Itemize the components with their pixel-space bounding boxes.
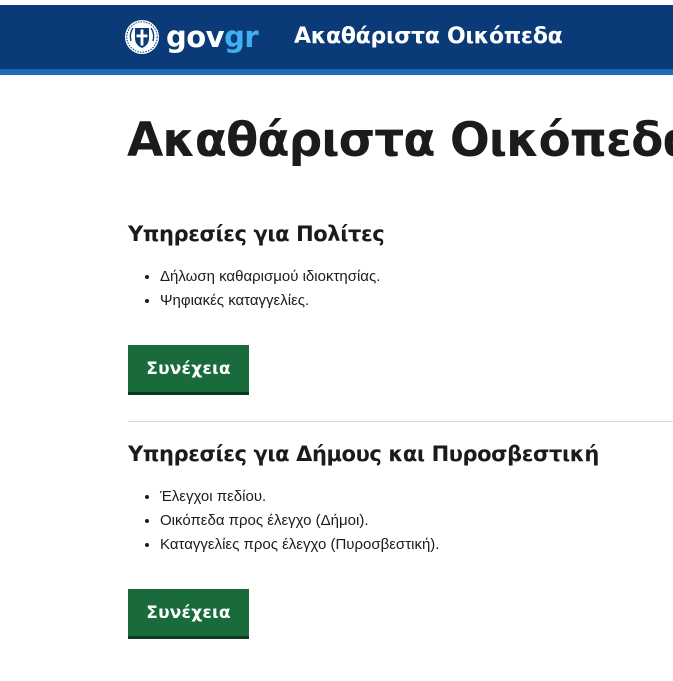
page-title: Ακαθάριστα Οικόπεδα bbox=[127, 113, 673, 168]
section-title-municipalities: Υπηρεσίες για Δήμους και Πυροσβεστική bbox=[128, 442, 599, 466]
section-title-citizens: Υπηρεσίες για Πολίτες bbox=[128, 222, 385, 246]
list-item: Έλεγχοι πεδίου. bbox=[160, 485, 439, 509]
list-item: Οικόπεδα προς έλεγχο (Δήμοι). bbox=[160, 509, 439, 533]
header-service-title[interactable]: Ακαθάριστα Οικόπεδα bbox=[294, 23, 563, 51]
citizens-service-list: Δήλωση καθαρισμού ιδιοκτησίας. Ψηφιακές … bbox=[128, 265, 380, 313]
logo-gov-text: gov bbox=[166, 20, 225, 54]
list-item: Δήλωση καθαρισμού ιδιοκτησίας. bbox=[160, 265, 380, 289]
citizens-continue-button[interactable]: Συνέχεια bbox=[128, 345, 249, 395]
municipalities-continue-button[interactable]: Συνέχεια bbox=[128, 589, 249, 639]
govgr-wordmark: govgr bbox=[166, 18, 259, 56]
greek-emblem-icon bbox=[125, 20, 159, 54]
govgr-logo[interactable]: govgr bbox=[124, 18, 259, 56]
list-item: Καταγγελίες προς έλεγχο (Πυροσβεστική). bbox=[160, 533, 439, 557]
site-header: govgr Ακαθάριστα Οικόπεδα bbox=[0, 5, 673, 75]
section-divider bbox=[128, 421, 673, 422]
municipalities-service-list: Έλεγχοι πεδίου. Οικόπεδα προς έλεγχο (Δή… bbox=[128, 485, 439, 557]
list-item: Ψηφιακές καταγγελίες. bbox=[160, 289, 380, 313]
logo-gr-text: gr bbox=[224, 20, 259, 54]
